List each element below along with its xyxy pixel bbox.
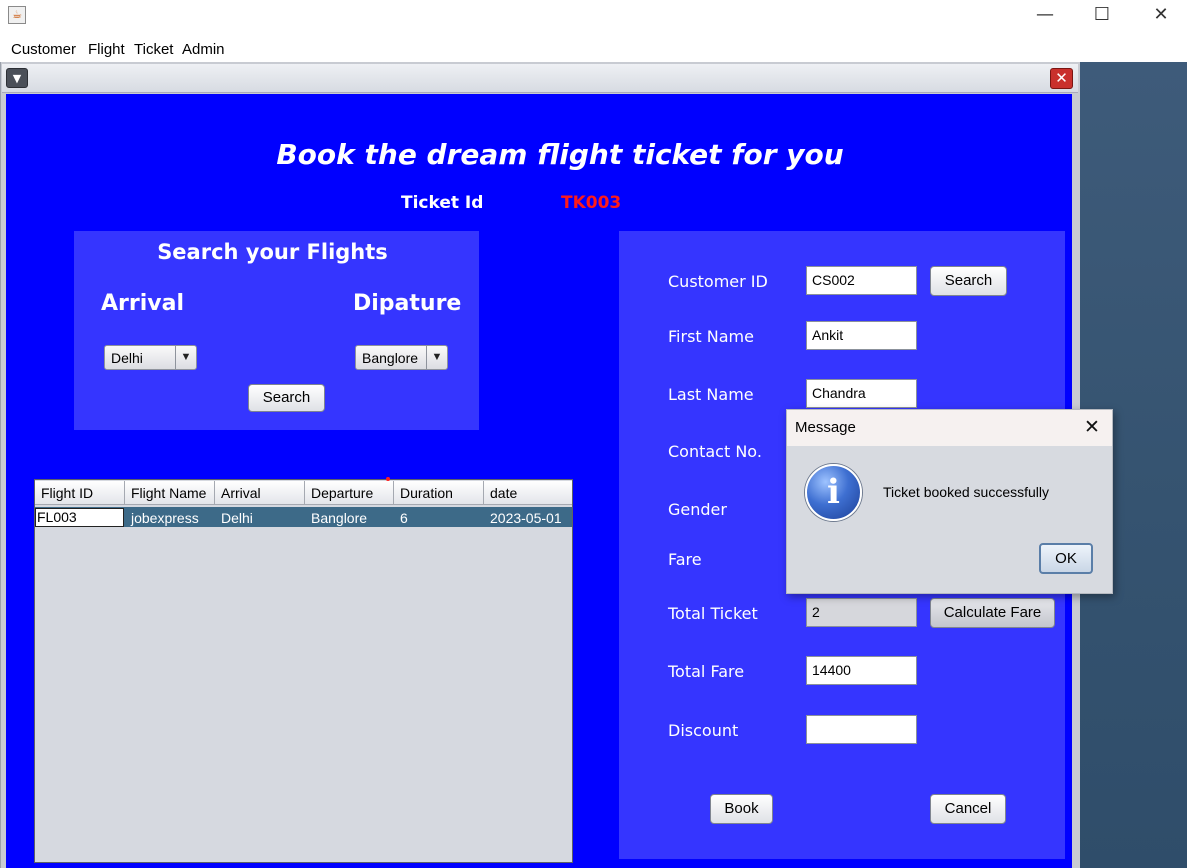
- table-cell[interactable]: Delhi: [215, 508, 305, 527]
- close-window-icon[interactable]: ✕: [1138, 0, 1184, 32]
- first-name-field[interactable]: Ankit: [806, 321, 917, 350]
- menu-ticket[interactable]: Ticket: [134, 41, 173, 58]
- information-icon: i: [805, 464, 862, 521]
- arrival-label: Arrival: [101, 291, 184, 316]
- table-cell[interactable]: Banglore: [305, 508, 394, 527]
- departure-label: Dipature: [353, 291, 462, 316]
- customer-id-field[interactable]: CS002: [806, 266, 917, 295]
- menu-flight[interactable]: Flight: [88, 41, 125, 58]
- calculate-fare-button[interactable]: Calculate Fare: [930, 598, 1055, 628]
- column-header-duration[interactable]: Duration: [394, 481, 484, 505]
- internal-frame-titlebar: [2, 64, 1078, 93]
- flight-table[interactable]: [34, 479, 573, 863]
- column-header-departure[interactable]: Departure: [305, 481, 394, 505]
- total-fare-label: Total Fare: [668, 662, 745, 681]
- dialog-title: Message: [795, 419, 856, 436]
- total-fare-field[interactable]: 14400: [806, 656, 917, 685]
- frame-close-icon[interactable]: ✕: [1050, 68, 1073, 89]
- column-header-flight-name[interactable]: Flight Name: [125, 481, 215, 505]
- gender-label: Gender: [668, 500, 727, 519]
- indicator-dot: [386, 477, 390, 481]
- search-panel-title: Search your Flights: [157, 240, 388, 264]
- window-titlebar: [0, 0, 1187, 32]
- ticket-id-label: Ticket Id: [401, 193, 484, 213]
- book-button[interactable]: Book: [710, 794, 773, 824]
- ticket-id-value: TK003: [561, 193, 622, 213]
- table-cell[interactable]: FL003: [35, 508, 124, 527]
- last-name-field[interactable]: Chandra: [806, 379, 917, 408]
- departure-select-value: Banglore: [362, 350, 419, 366]
- chevron-down-icon[interactable]: ▼: [175, 346, 196, 369]
- contact-label: Contact No.: [668, 442, 762, 461]
- menu-customer[interactable]: Customer: [11, 41, 76, 58]
- menu-bar: [0, 36, 1187, 62]
- total-ticket-label: Total Ticket: [668, 604, 758, 623]
- customer-search-button[interactable]: Search: [930, 266, 1007, 296]
- discount-field[interactable]: [806, 715, 917, 744]
- menu-admin[interactable]: Admin: [182, 41, 225, 58]
- discount-label: Discount: [668, 721, 739, 740]
- total-ticket-field[interactable]: 2: [806, 598, 917, 627]
- departure-select[interactable]: Banglore ▼: [355, 345, 448, 370]
- cancel-button[interactable]: Cancel: [930, 794, 1006, 824]
- table-cell[interactable]: 2023-05-01: [484, 508, 572, 527]
- page-title: Book the dream flight ticket for you: [276, 138, 844, 171]
- column-header-date[interactable]: date: [484, 481, 572, 505]
- chevron-down-icon[interactable]: ▼: [426, 346, 447, 369]
- last-name-label: Last Name: [668, 385, 754, 404]
- frame-menu-icon[interactable]: ▼: [6, 68, 28, 88]
- table-cell[interactable]: jobexpress: [125, 508, 215, 527]
- first-name-label: First Name: [668, 327, 754, 346]
- arrival-select[interactable]: Delhi ▼: [104, 345, 197, 370]
- dialog-close-icon[interactable]: ✕: [1081, 415, 1103, 439]
- fare-label: Fare: [668, 550, 702, 569]
- table-cell[interactable]: 6: [394, 508, 484, 527]
- dialog-message: Ticket booked successfully: [883, 484, 1049, 500]
- column-header-arrival[interactable]: Arrival: [215, 481, 305, 505]
- arrival-select-value: Delhi: [111, 350, 143, 366]
- customer-id-label: Customer ID: [668, 272, 768, 291]
- maximize-icon[interactable]: ☐: [1079, 0, 1125, 32]
- flight-search-button[interactable]: Search: [248, 384, 325, 412]
- column-header-flight-id[interactable]: Flight ID: [35, 481, 125, 505]
- java-app-icon: ☕: [8, 6, 26, 24]
- ok-button[interactable]: OK: [1039, 543, 1093, 574]
- minimize-icon[interactable]: —: [1022, 0, 1068, 32]
